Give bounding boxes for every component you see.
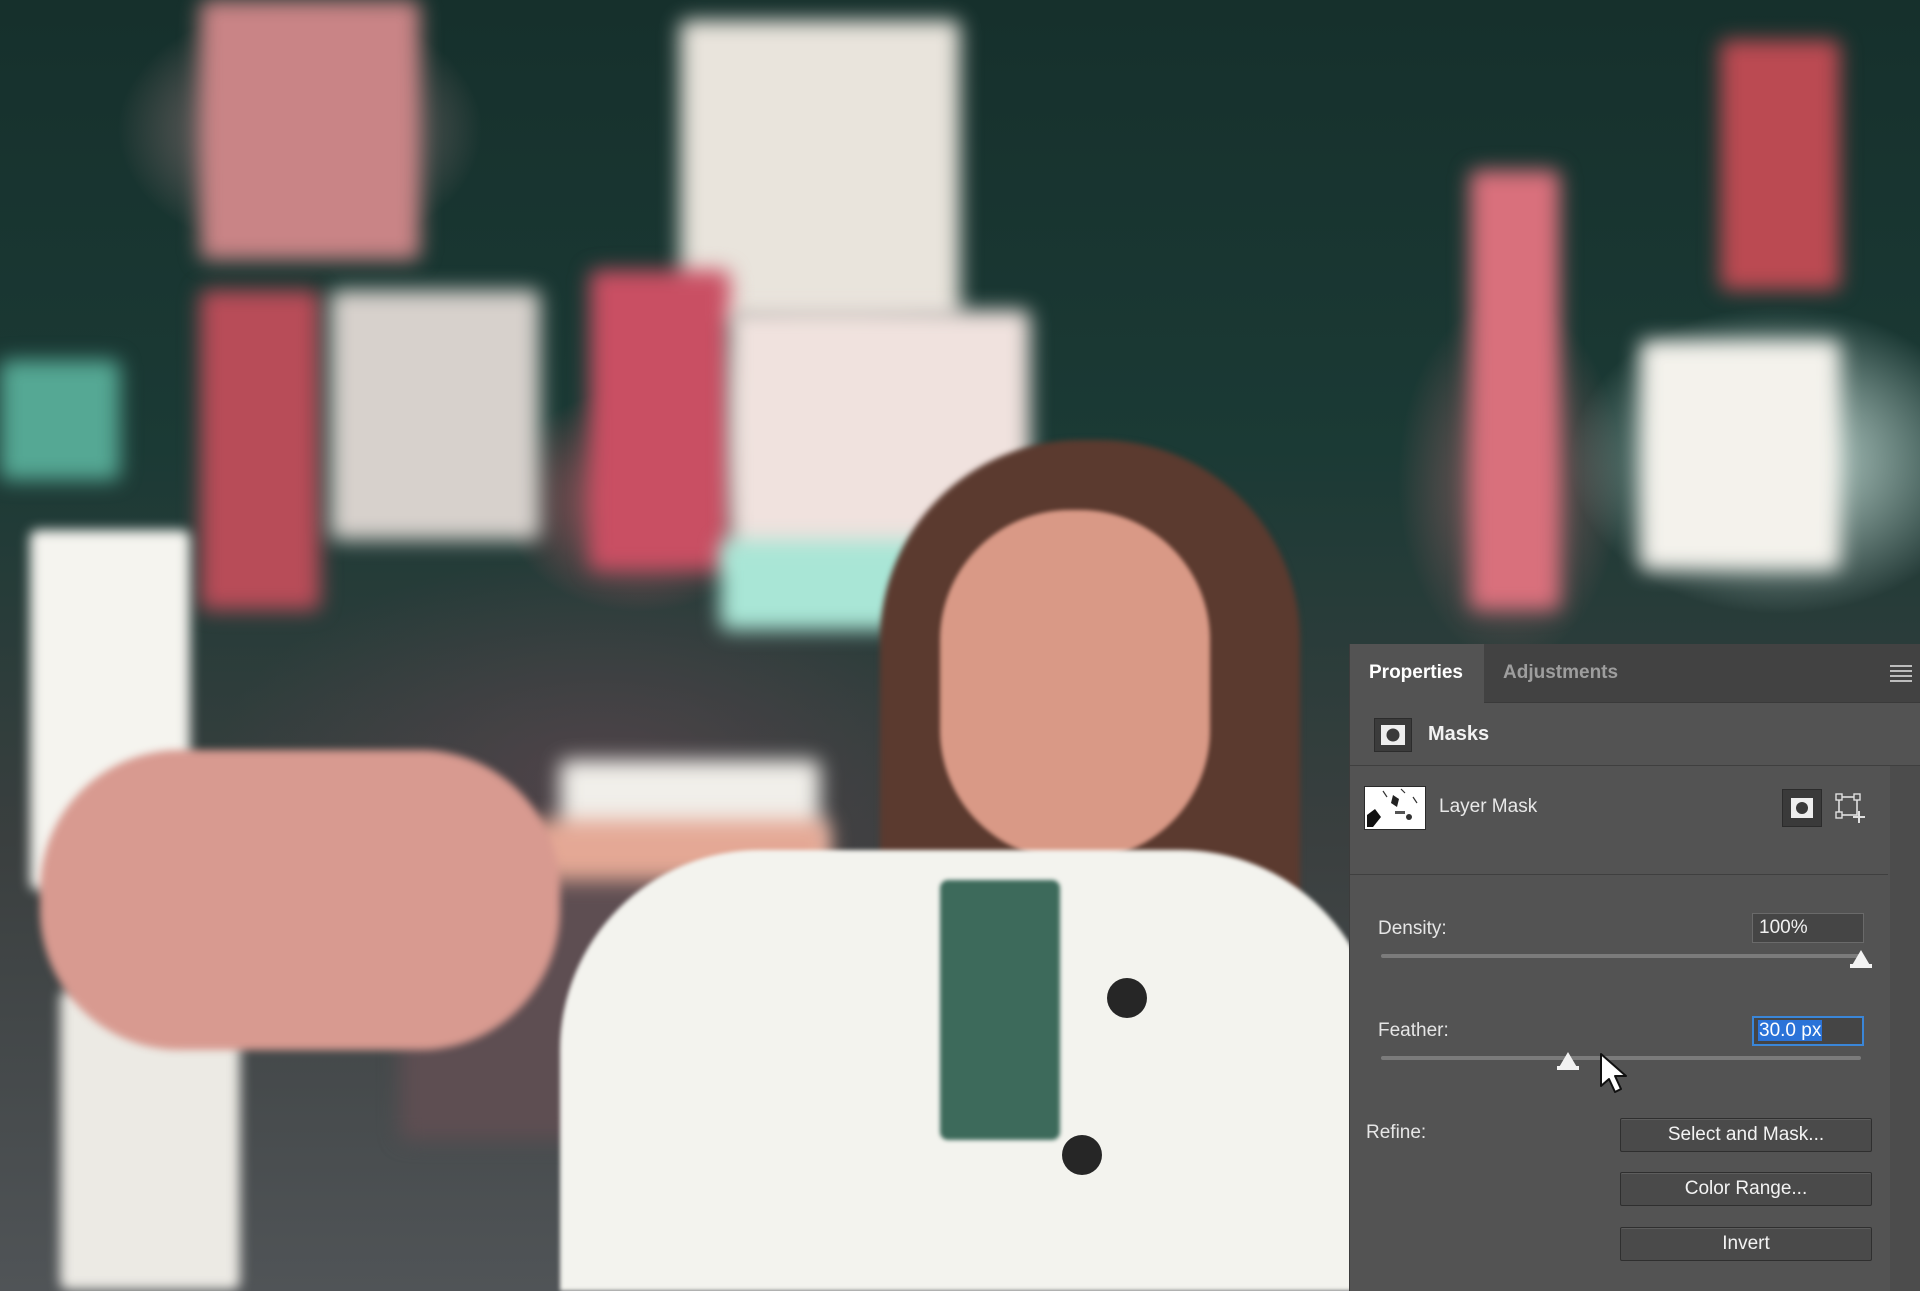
refine-label: Refine: [1366,1122,1427,1143]
tab-properties[interactable]: Properties [1350,644,1484,703]
layer-mask-row: Layer Mask [1350,766,1888,875]
layer-mask-name: Layer Mask [1439,796,1538,817]
pixel-mask-icon [1374,718,1412,752]
masks-section-header: Masks [1350,703,1920,766]
panel-scrollbar[interactable] [1890,766,1920,1291]
tab-adjustments[interactable]: Adjustments [1484,644,1622,702]
density-label: Density: [1378,918,1447,939]
masks-title: Masks [1428,723,1490,745]
density-slider-thumb[interactable] [1850,950,1872,968]
feather-label: Feather: [1378,1020,1449,1041]
properties-panel: Properties Adjustments Masks Layer Mask [1350,644,1920,1291]
feather-input-selected-text: 30.0 px [1758,1020,1823,1041]
invert-button[interactable]: Invert [1620,1227,1872,1261]
density-slider[interactable] [1381,954,1861,958]
hamburger-menu-icon[interactable] [1890,665,1912,682]
density-input[interactable]: 100% [1752,913,1864,943]
layer-mask-thumbnail[interactable] [1364,786,1426,830]
panel-tab-bar: Properties Adjustments [1350,644,1920,703]
feather-slider-thumb[interactable] [1557,1052,1580,1070]
select-pixel-mask-button[interactable] [1782,789,1822,827]
color-range-button[interactable]: Color Range... [1620,1172,1872,1206]
feather-input[interactable]: 30.0 px [1752,1016,1864,1046]
select-and-mask-button[interactable]: Select and Mask... [1620,1118,1872,1152]
add-vector-mask-icon[interactable] [1834,789,1868,827]
mouse-pointer-icon [1598,1052,1632,1096]
